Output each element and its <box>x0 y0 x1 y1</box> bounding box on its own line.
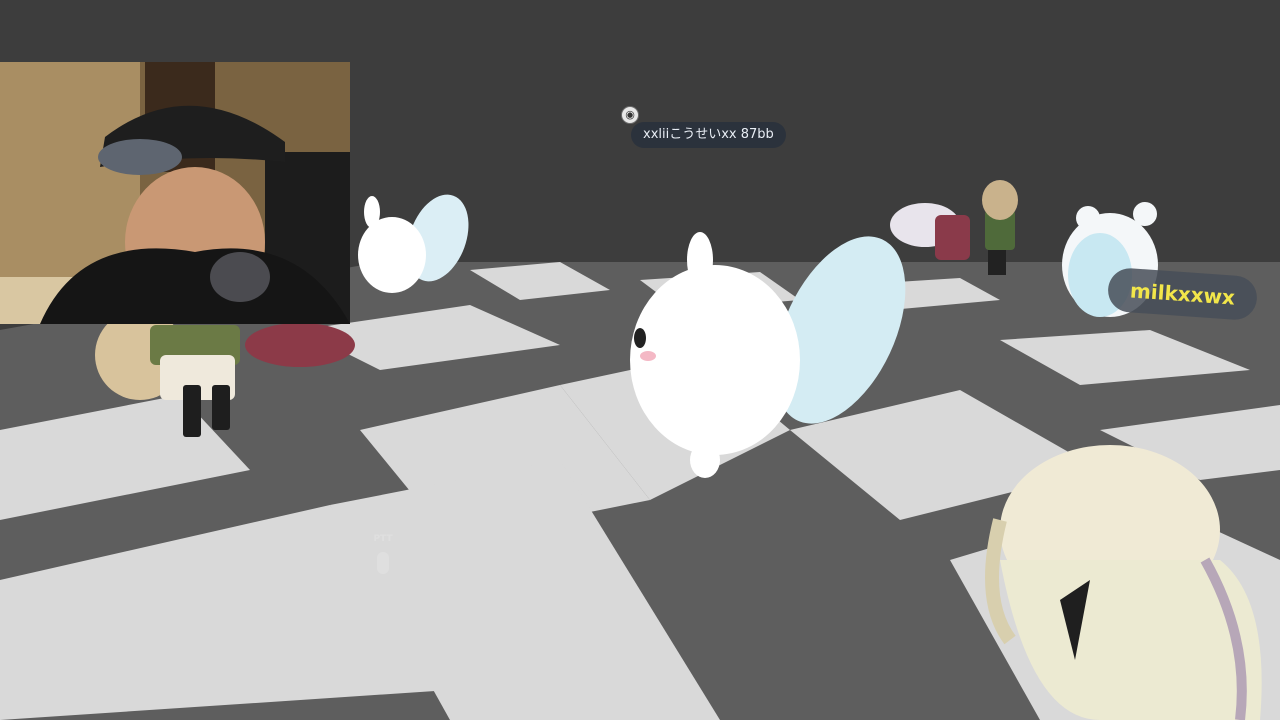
microphone-icon <box>377 552 389 574</box>
ptt-label: PTT <box>373 534 393 544</box>
player-nameplate[interactable]: xxliiこうせいxx 87bb <box>631 122 786 148</box>
push-to-talk-indicator: PTT <box>370 534 396 592</box>
avatar-status-icon: ◉ <box>621 106 639 124</box>
streamer-webcam-overlay <box>0 62 350 324</box>
